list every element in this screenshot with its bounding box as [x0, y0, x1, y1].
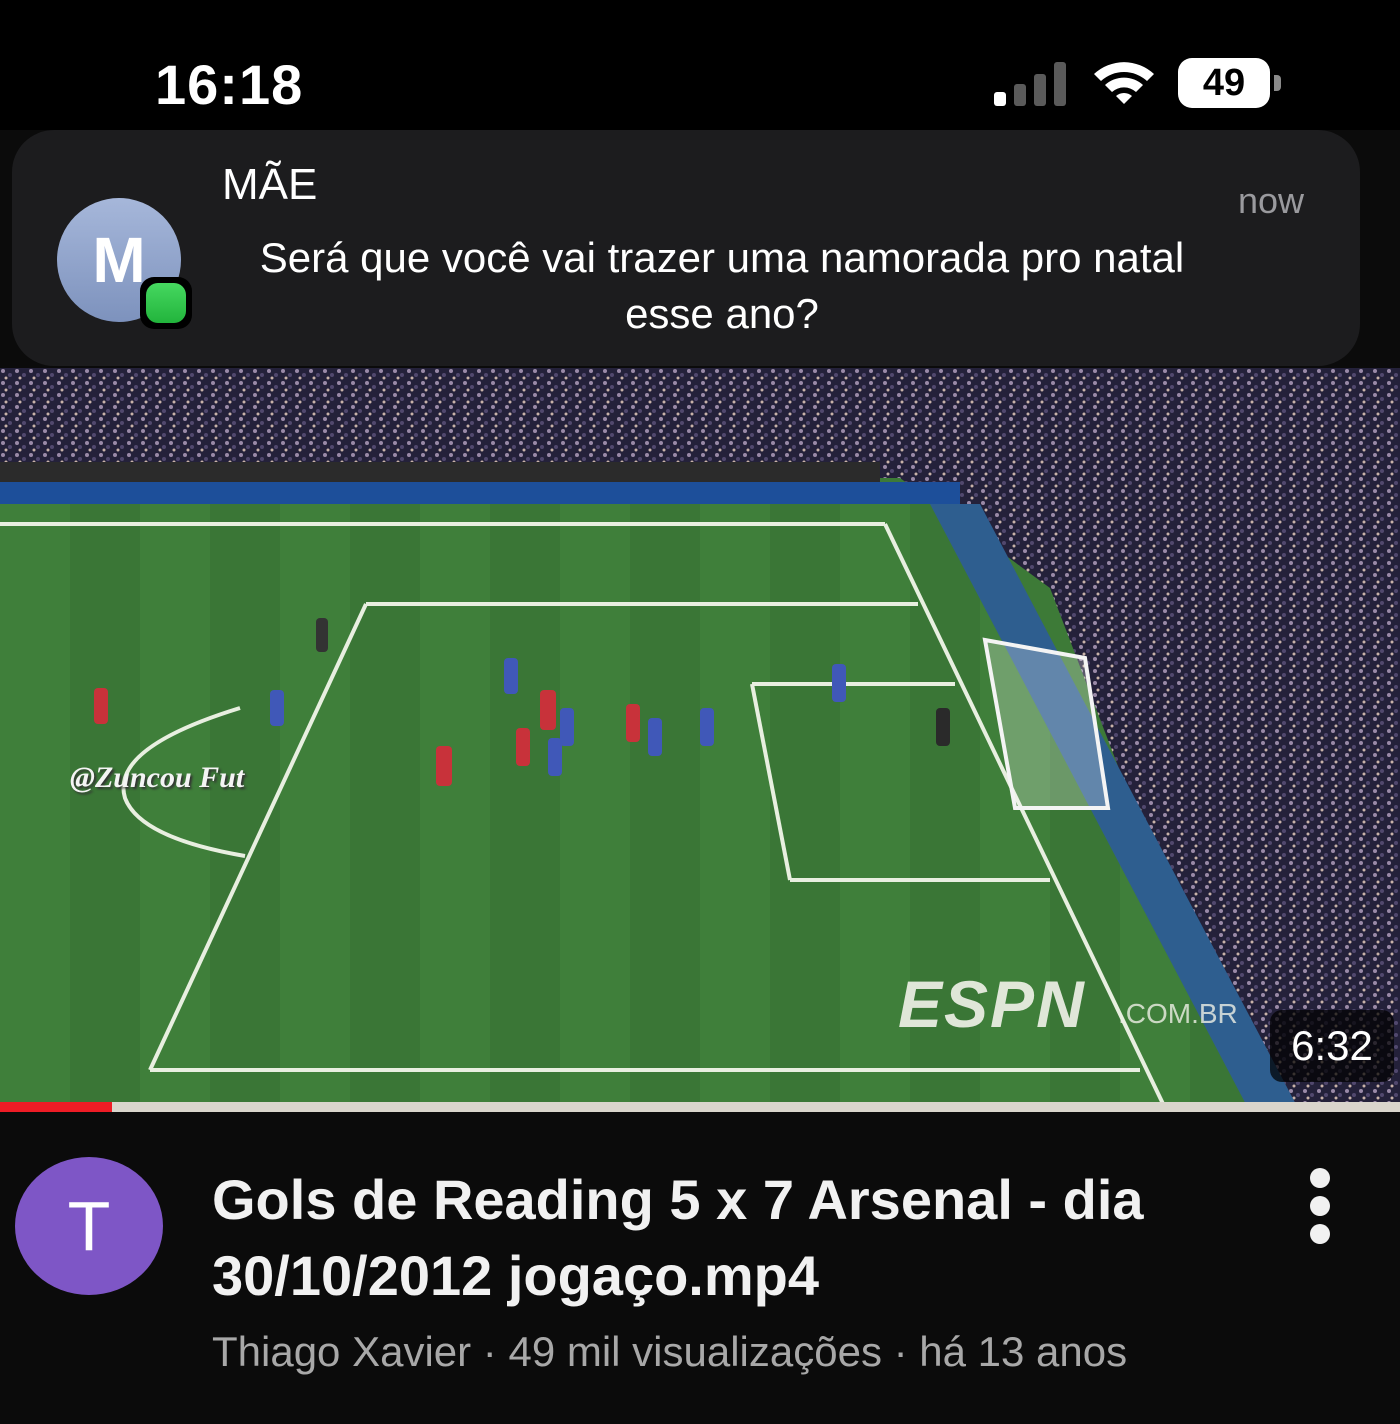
- more-dot-icon: [1310, 1224, 1330, 1244]
- battery-tip: [1274, 75, 1281, 91]
- signal-icon: [994, 62, 1066, 106]
- status-time: 16:18: [155, 53, 304, 116]
- messages-app-icon: [140, 277, 192, 329]
- more-options-button[interactable]: [1296, 1166, 1344, 1246]
- espn-domain: .COM.BR: [1118, 998, 1238, 1029]
- notification-time: now: [1237, 180, 1304, 221]
- video-title[interactable]: Gols de Reading 5 x 7 Arsenal - dia 30/1…: [212, 1162, 1272, 1314]
- channel-watermark: @Zuncou Fut: [70, 761, 245, 794]
- espn-logo: ESPN: [898, 967, 1086, 1041]
- battery-level: 49: [1178, 58, 1270, 108]
- video-thumbnail[interactable]: @Zuncou Fut ESPN .COM.BR 6:32: [0, 368, 1400, 1112]
- channel-avatar[interactable]: T: [15, 1157, 163, 1295]
- messages-bubble-icon: [146, 283, 186, 323]
- battery-icon: 49: [1178, 58, 1286, 108]
- notification-message: Será que você vai trazer uma namorada pr…: [259, 234, 1185, 337]
- message-notification[interactable]: M MÃE now Será que você vai trazer uma n…: [12, 130, 1360, 366]
- more-dot-icon: [1310, 1196, 1330, 1216]
- more-dot-icon: [1310, 1168, 1330, 1188]
- watch-progress-fill: [0, 1102, 112, 1112]
- notification-sender: MÃE: [222, 160, 318, 209]
- status-bar: 16:18 49: [0, 0, 1400, 130]
- video-duration: 6:32: [1270, 1010, 1394, 1082]
- video-metadata: Thiago Xavier · 49 mil visualizações · h…: [212, 1328, 1128, 1375]
- watch-progress-bar: [0, 1102, 1400, 1112]
- wifi-icon: [1094, 62, 1154, 104]
